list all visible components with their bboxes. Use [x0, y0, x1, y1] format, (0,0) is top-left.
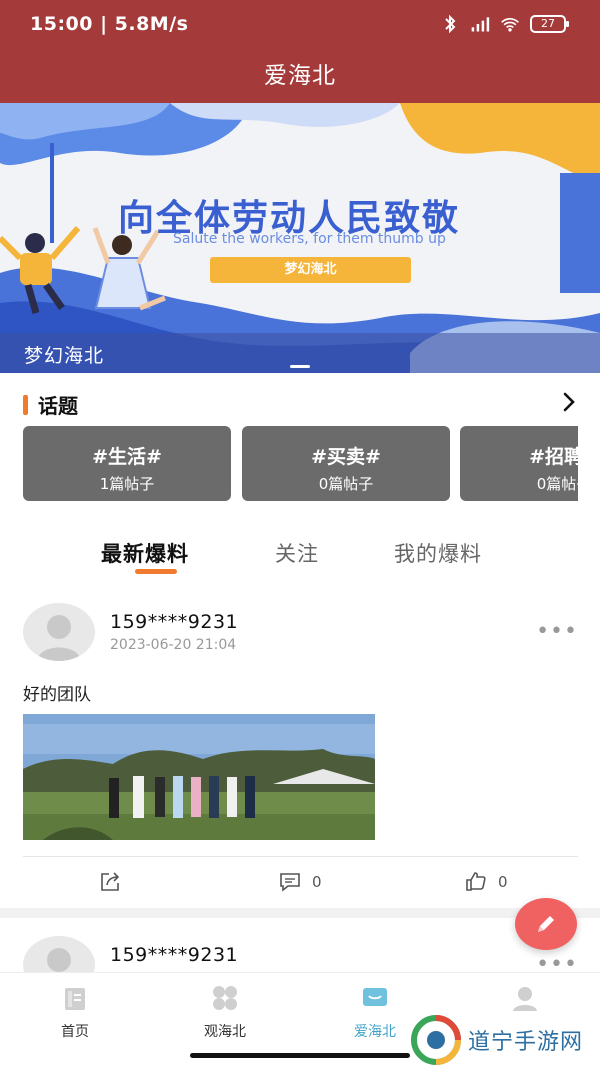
topics-title: 话题 [38, 394, 78, 418]
home-icon [65, 988, 85, 1010]
topic-post-count: 0篇帖子 [318, 475, 374, 493]
status-icons: 27 [440, 14, 569, 34]
home-indicator[interactable] [190, 1053, 410, 1058]
default-avatar-icon [47, 948, 71, 972]
share-icon [101, 872, 120, 891]
wifi-icon [501, 18, 519, 32]
section-marker [23, 394, 28, 415]
comment-button[interactable]: 0 [278, 870, 322, 894]
topic-post-count: 0篇帖子 [536, 475, 578, 493]
app-header: 15:00 | 5.8M/s 27 爱海北 [0, 0, 600, 103]
active-tab-indicator [135, 569, 177, 574]
post-image[interactable] [23, 714, 375, 840]
nav-label: 观海北 [204, 1024, 246, 1040]
nav-explore[interactable]: 观海北 [170, 983, 280, 1041]
bluetooth-icon [445, 14, 456, 34]
post-text: 好的团队 [23, 685, 91, 705]
banner-carousel[interactable]: 向全体劳动人民致敬 Salute the workers, for them t… [0, 103, 600, 373]
like-count: 0 [498, 873, 508, 891]
share-button[interactable] [98, 870, 122, 894]
battery-icon: 27 [530, 15, 569, 33]
post-separator [0, 908, 600, 918]
watermark-logo-icon [411, 1015, 461, 1065]
post-card: 159****9231 ••• [0, 918, 600, 972]
banner-subtitle: Salute the workers, for them thumb up [173, 231, 446, 247]
avatar[interactable] [23, 936, 95, 972]
comment-icon [280, 873, 300, 892]
tab-my-posts[interactable]: 我的爆料 [394, 538, 482, 568]
status-time: 15:00 | 5.8M/s [30, 13, 189, 35]
more-icon[interactable]: ••• [536, 619, 578, 644]
like-button[interactable]: 0 [464, 870, 508, 894]
post-timestamp: 2023-06-20 21:04 [110, 637, 237, 653]
post-username[interactable]: 159****9231 [110, 944, 238, 966]
feed-tabs: 最新爆料 关注 我的爆料 [0, 530, 600, 580]
default-avatar-icon [37, 615, 81, 661]
chevron-right-icon[interactable] [558, 391, 580, 413]
chat-icon [363, 988, 387, 1006]
create-post-button[interactable] [515, 898, 577, 950]
grid-icon [213, 986, 237, 1010]
watermark: 道宁手游网 [410, 1013, 600, 1067]
more-icon[interactable]: ••• [536, 952, 578, 972]
topic-post-count: 1篇帖子 [99, 475, 155, 493]
tab-latest[interactable]: 最新爆料 [101, 538, 189, 568]
nav-home[interactable]: 首页 [20, 983, 130, 1041]
pencil-icon [538, 916, 554, 932]
page-title: 爱海北 [264, 63, 336, 89]
topic-card[interactable]: #买卖# 0篇帖子 [242, 426, 450, 501]
post-username[interactable]: 159****9231 [110, 611, 238, 633]
nav-label: 首页 [61, 1024, 89, 1040]
topic-name: #生活# [92, 446, 162, 468]
topic-card[interactable]: #生活# 1篇帖子 [23, 426, 231, 501]
topic-card[interactable]: #招聘# 0篇帖子 [460, 426, 578, 501]
topic-name: #招聘# [529, 446, 578, 468]
profile-icon [513, 987, 537, 1011]
comment-count: 0 [312, 873, 322, 891]
post-divider [23, 856, 578, 857]
carousel-indicator [290, 365, 310, 368]
signal-icon [471, 17, 490, 32]
status-bar: 15:00 | 5.8M/s 27 [0, 0, 600, 52]
topics-section: 话题 #生活# 1篇帖子 #买卖# 0篇帖子 #招聘# 0篇帖子 [0, 373, 600, 513]
topic-name: #买卖# [311, 446, 381, 468]
post-card: 159****9231 2023-06-20 21:04 ••• 好的团队 0 … [0, 595, 600, 908]
team-photo [23, 714, 375, 840]
topic-card-list[interactable]: #生活# 1篇帖子 #买卖# 0篇帖子 #招聘# 0篇帖子 [23, 426, 578, 502]
watermark-text: 道宁手游网 [468, 1030, 584, 1055]
tab-following[interactable]: 关注 [275, 538, 319, 568]
avatar[interactable] [23, 603, 95, 661]
topics-header: 话题 [23, 390, 78, 419]
banner-pill: 梦幻海北 [210, 257, 411, 283]
banner-caption: 梦幻海北 [24, 345, 105, 367]
thumbs-up-icon [466, 872, 486, 891]
